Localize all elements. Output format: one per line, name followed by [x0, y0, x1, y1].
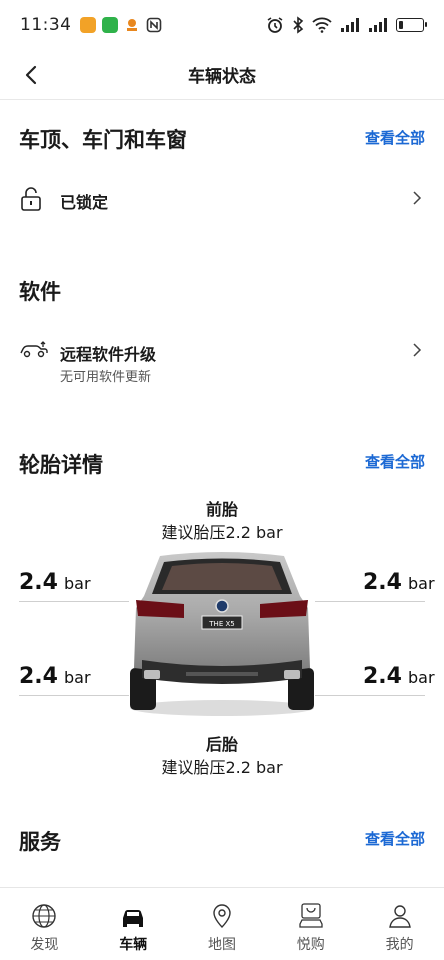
tab-label: 悦购: [296, 937, 325, 953]
signal-icon-1: [341, 18, 359, 32]
rear-left-pressure: 2.4 bar: [19, 664, 91, 689]
tab-label: 发现: [30, 937, 59, 953]
front-right-unit: bar: [407, 574, 435, 593]
bottom-tab-bar: 发现 车辆 地图 悦购 我的: [0, 887, 444, 960]
delivery-notification-icon: [126, 19, 137, 31]
notification-icons: [79, 17, 162, 33]
system-icons: [266, 16, 427, 34]
wifi-icon: [312, 17, 332, 33]
tire-section-title: 轮胎详情: [19, 453, 103, 477]
rear-right-pressure: 2.4 bar: [363, 664, 435, 689]
software-upgrade-status: 无可用软件更新: [60, 370, 152, 385]
car-rear-image: THE X5: [122, 548, 322, 718]
front-right-pressure: 2.4 bar: [363, 570, 435, 595]
front-right-divider: [315, 601, 425, 602]
tab-profile[interactable]: 我的: [355, 888, 444, 960]
front-right-value: 2.4: [363, 570, 402, 595]
user-icon: [388, 905, 411, 928]
software-section-title: 软件: [19, 280, 61, 304]
front-left-pressure: 2.4 bar: [19, 570, 91, 595]
front-tire-heading: 前胎: [205, 500, 238, 519]
car-upgrade-icon: [20, 341, 48, 358]
tab-map[interactable]: 地图: [178, 888, 267, 960]
front-left-divider: [19, 601, 129, 602]
rear-right-unit: bar: [407, 668, 435, 687]
alarm-icon: [267, 17, 283, 33]
rear-right-value: 2.4: [363, 664, 402, 689]
status-time: 11:34: [20, 15, 72, 35]
software-upgrade-label: 远程软件升级: [60, 345, 157, 364]
service-section-title: 服务: [19, 830, 61, 854]
doors-view-all-link[interactable]: 查看全部: [365, 127, 425, 148]
tab-label: 车辆: [119, 937, 148, 953]
nfc-icon: [146, 17, 161, 33]
back-arrow-icon[interactable]: [20, 63, 44, 87]
service-view-all-link[interactable]: 查看全部: [365, 828, 425, 849]
lock-status-label: 已锁定: [60, 193, 109, 212]
chevron-right-icon: [413, 191, 422, 205]
software-upgrade-row[interactable]: 远程软件升级 无可用软件更新: [0, 333, 444, 387]
rear-tire-recommendation: 建议胎压2.2 bar: [161, 758, 283, 777]
lock-icon: [21, 187, 41, 211]
rear-left-value: 2.4: [19, 664, 58, 689]
tire-view-all-link[interactable]: 查看全部: [365, 451, 425, 472]
tab-label: 地图: [207, 937, 236, 953]
rear-left-unit: bar: [63, 668, 91, 687]
lock-status-row[interactable]: 已锁定: [0, 180, 444, 220]
battery-icon: [396, 18, 427, 32]
page-title: 车辆状态: [188, 67, 256, 87]
wechat-notification-icon: [101, 17, 118, 33]
status-bar: 11:34: [0, 0, 444, 50]
battery-level: [399, 21, 403, 29]
bluetooth-icon: [293, 16, 304, 34]
signal-icon-2: [369, 18, 387, 32]
front-left-value: 2.4: [19, 570, 58, 595]
rear-right-divider: [315, 695, 425, 696]
tab-shop[interactable]: 悦购: [266, 888, 355, 960]
chevron-right-icon: [413, 343, 422, 357]
doors-section-title: 车顶、车门和车窗: [19, 128, 187, 152]
globe-icon: [32, 904, 57, 928]
tab-label: 我的: [385, 937, 414, 953]
map-pin-icon: [213, 904, 231, 928]
tab-vehicle[interactable]: 车辆: [89, 888, 178, 960]
car-plate-text: THE X5: [208, 620, 234, 628]
shopping-car-icon: [299, 903, 323, 928]
front-tire-recommendation: 建议胎压2.2 bar: [161, 523, 283, 542]
front-left-unit: bar: [63, 574, 91, 593]
nav-header: 车辆状态: [0, 50, 444, 100]
rear-tire-heading: 后胎: [205, 735, 238, 754]
rear-left-divider: [19, 695, 129, 696]
app-notification-icon: [79, 17, 96, 33]
car-icon: [123, 910, 144, 927]
tab-discover[interactable]: 发现: [0, 888, 89, 960]
